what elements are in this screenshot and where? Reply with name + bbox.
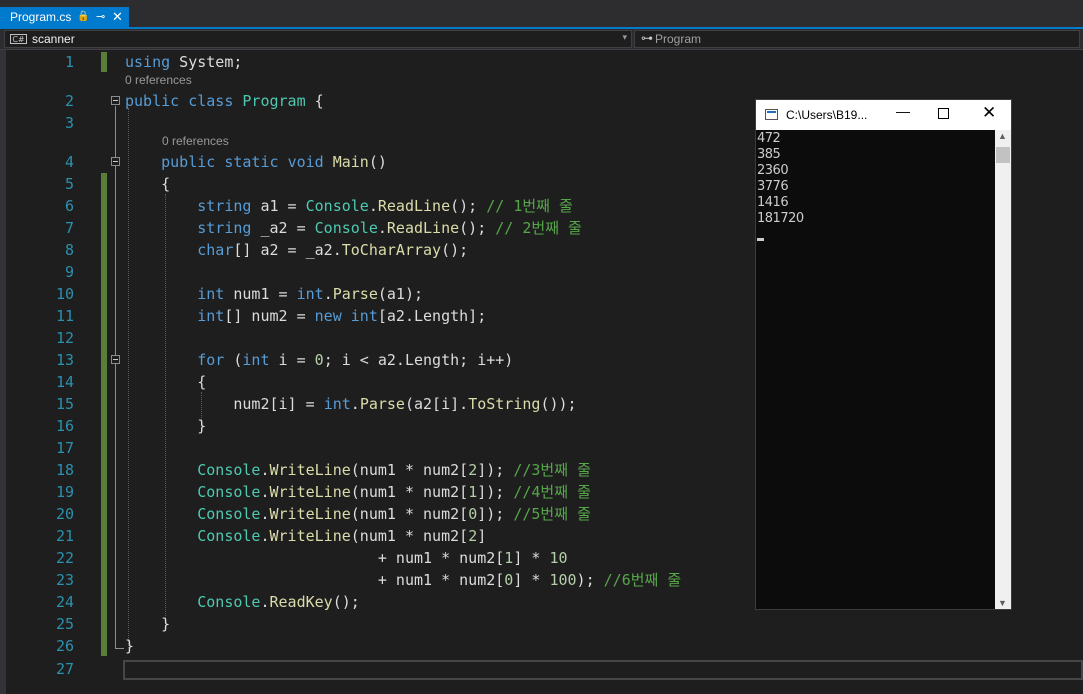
line-number: 12 xyxy=(55,329,74,347)
code-line[interactable]: } xyxy=(125,635,134,657)
code-line[interactable]: } xyxy=(125,613,170,635)
tab-strip: Program.cs 🔒 ⊸ ✕ xyxy=(0,0,1083,29)
code-line[interactable]: public class Program { xyxy=(125,90,324,112)
pin-icon[interactable]: ⊸ xyxy=(96,7,105,27)
line-number: 6 xyxy=(64,197,74,215)
code-line[interactable]: } xyxy=(125,415,206,437)
change-marker xyxy=(101,173,107,656)
line-number: 23 xyxy=(55,571,74,589)
line-number: 17 xyxy=(55,439,74,457)
minimize-icon[interactable]: — xyxy=(896,103,910,119)
navigation-bar: C# scanner ▾ ⊶ Program xyxy=(0,29,1083,50)
close-icon[interactable]: ✕ xyxy=(112,7,123,27)
line-number: 15 xyxy=(55,395,74,413)
code-line[interactable]: Console.WriteLine(num1 * num2[2]); //3번째… xyxy=(125,459,591,481)
line-number: 18 xyxy=(55,461,74,479)
line-number: 22 xyxy=(55,549,74,567)
line-number: 27 xyxy=(55,660,74,678)
code-line[interactable]: Console.WriteLine(num1 * num2[2] xyxy=(125,525,486,547)
maximize-icon[interactable] xyxy=(938,108,949,119)
csharp-project-icon: C# xyxy=(10,34,27,44)
code-line[interactable]: Console.ReadKey(); xyxy=(125,591,360,613)
collapse-icon[interactable] xyxy=(111,96,120,105)
console-line: 181720 xyxy=(757,211,804,226)
editor-left-margin xyxy=(0,50,6,694)
code-line[interactable]: int[] num2 = new int[a2.Length]; xyxy=(125,305,486,327)
code-line[interactable]: for (int i = 0; i < a2.Length; i++) xyxy=(125,349,513,371)
line-number: 8 xyxy=(64,241,74,259)
scroll-down-icon[interactable]: ▼ xyxy=(998,598,1007,608)
collapse-icon[interactable] xyxy=(111,355,120,364)
line-number: 19 xyxy=(55,483,74,501)
code-line[interactable]: char[] a2 = _a2.ToCharArray(); xyxy=(125,239,468,261)
line-number: 9 xyxy=(64,263,74,281)
code-line[interactable]: { xyxy=(125,371,206,393)
change-marker xyxy=(101,52,107,72)
line-number: 16 xyxy=(55,417,74,435)
member-dropdown[interactable]: ⊶ Program xyxy=(634,30,1080,48)
code-line[interactable]: string a1 = Console.ReadLine(); // 1번째 줄 xyxy=(125,195,573,217)
tab-program-cs[interactable]: Program.cs 🔒 ⊸ ✕ xyxy=(0,7,129,27)
console-line: 472 xyxy=(757,131,781,146)
scroll-thumb[interactable] xyxy=(996,147,1010,163)
code-line[interactable]: + num1 * num2[0] * 100); //6번째 줄 xyxy=(125,569,681,591)
lock-icon: 🔒 xyxy=(77,11,90,22)
class-icon: ⊶ xyxy=(641,31,653,45)
fold-end xyxy=(116,648,124,649)
scroll-up-icon[interactable]: ▲ xyxy=(998,131,1007,141)
console-line: 2360 xyxy=(757,163,789,178)
console-cursor xyxy=(757,238,764,241)
line-number: 24 xyxy=(55,593,74,611)
code-line[interactable]: int num1 = int.Parse(a1); xyxy=(125,283,423,305)
close-icon[interactable]: ✕ xyxy=(982,103,996,123)
line-number: 21 xyxy=(55,527,74,545)
code-line[interactable]: public static void Main() xyxy=(125,151,387,173)
line-number: 14 xyxy=(55,373,74,391)
code-line[interactable]: Console.WriteLine(num1 * num2[1]); //4번째… xyxy=(125,481,591,503)
console-title: C:\Users\B19... xyxy=(786,108,868,122)
code-line[interactable]: using System; xyxy=(125,51,242,73)
line-number: 1 xyxy=(64,53,74,71)
line-number: 5 xyxy=(64,175,74,193)
codelens-references[interactable]: 0 references xyxy=(125,73,192,87)
tab-label: Program.cs xyxy=(10,10,72,24)
code-line[interactable]: string _a2 = Console.ReadLine(); // 2번째 … xyxy=(125,217,582,239)
line-number: 20 xyxy=(55,505,74,523)
console-window[interactable]: C:\Users\B19... — ✕ 472 385 2360 3776 14… xyxy=(755,99,1012,610)
line-number: 7 xyxy=(64,219,74,237)
line-number: 10 xyxy=(55,285,74,303)
current-line-highlight xyxy=(123,660,1083,680)
collapse-icon[interactable] xyxy=(111,157,120,166)
codelens-references[interactable]: 0 references xyxy=(162,134,229,148)
member-label: Program xyxy=(655,32,702,46)
console-line: 385 xyxy=(757,147,781,162)
project-dropdown[interactable]: C# scanner ▾ xyxy=(4,30,632,48)
fold-line xyxy=(115,106,116,649)
console-line: 3776 xyxy=(757,179,789,194)
code-line[interactable]: + num1 * num2[1] * 10 xyxy=(125,547,568,569)
code-line[interactable]: { xyxy=(125,173,170,195)
project-label: scanner xyxy=(32,32,75,46)
console-titlebar[interactable]: C:\Users\B19... — ✕ xyxy=(756,100,1011,130)
dropdown-icon: ▾ xyxy=(622,32,627,42)
line-number: 3 xyxy=(64,114,74,132)
console-scrollbar[interactable]: ▲ ▼ xyxy=(995,130,1011,609)
line-number: 11 xyxy=(55,307,74,325)
code-line[interactable]: num2[i] = int.Parse(a2[i].ToString()); xyxy=(125,393,576,415)
code-line[interactable]: Console.WriteLine(num1 * num2[0]); //5번째… xyxy=(125,503,591,525)
console-output: 472 385 2360 3776 1416 181720 xyxy=(757,131,995,227)
line-number: 26 xyxy=(55,637,74,655)
console-app-icon xyxy=(765,109,778,120)
line-number: 13 xyxy=(55,351,74,369)
line-number: 25 xyxy=(55,615,74,633)
console-line: 1416 xyxy=(757,195,789,210)
line-number: 4 xyxy=(64,153,74,171)
line-number: 2 xyxy=(64,92,74,110)
